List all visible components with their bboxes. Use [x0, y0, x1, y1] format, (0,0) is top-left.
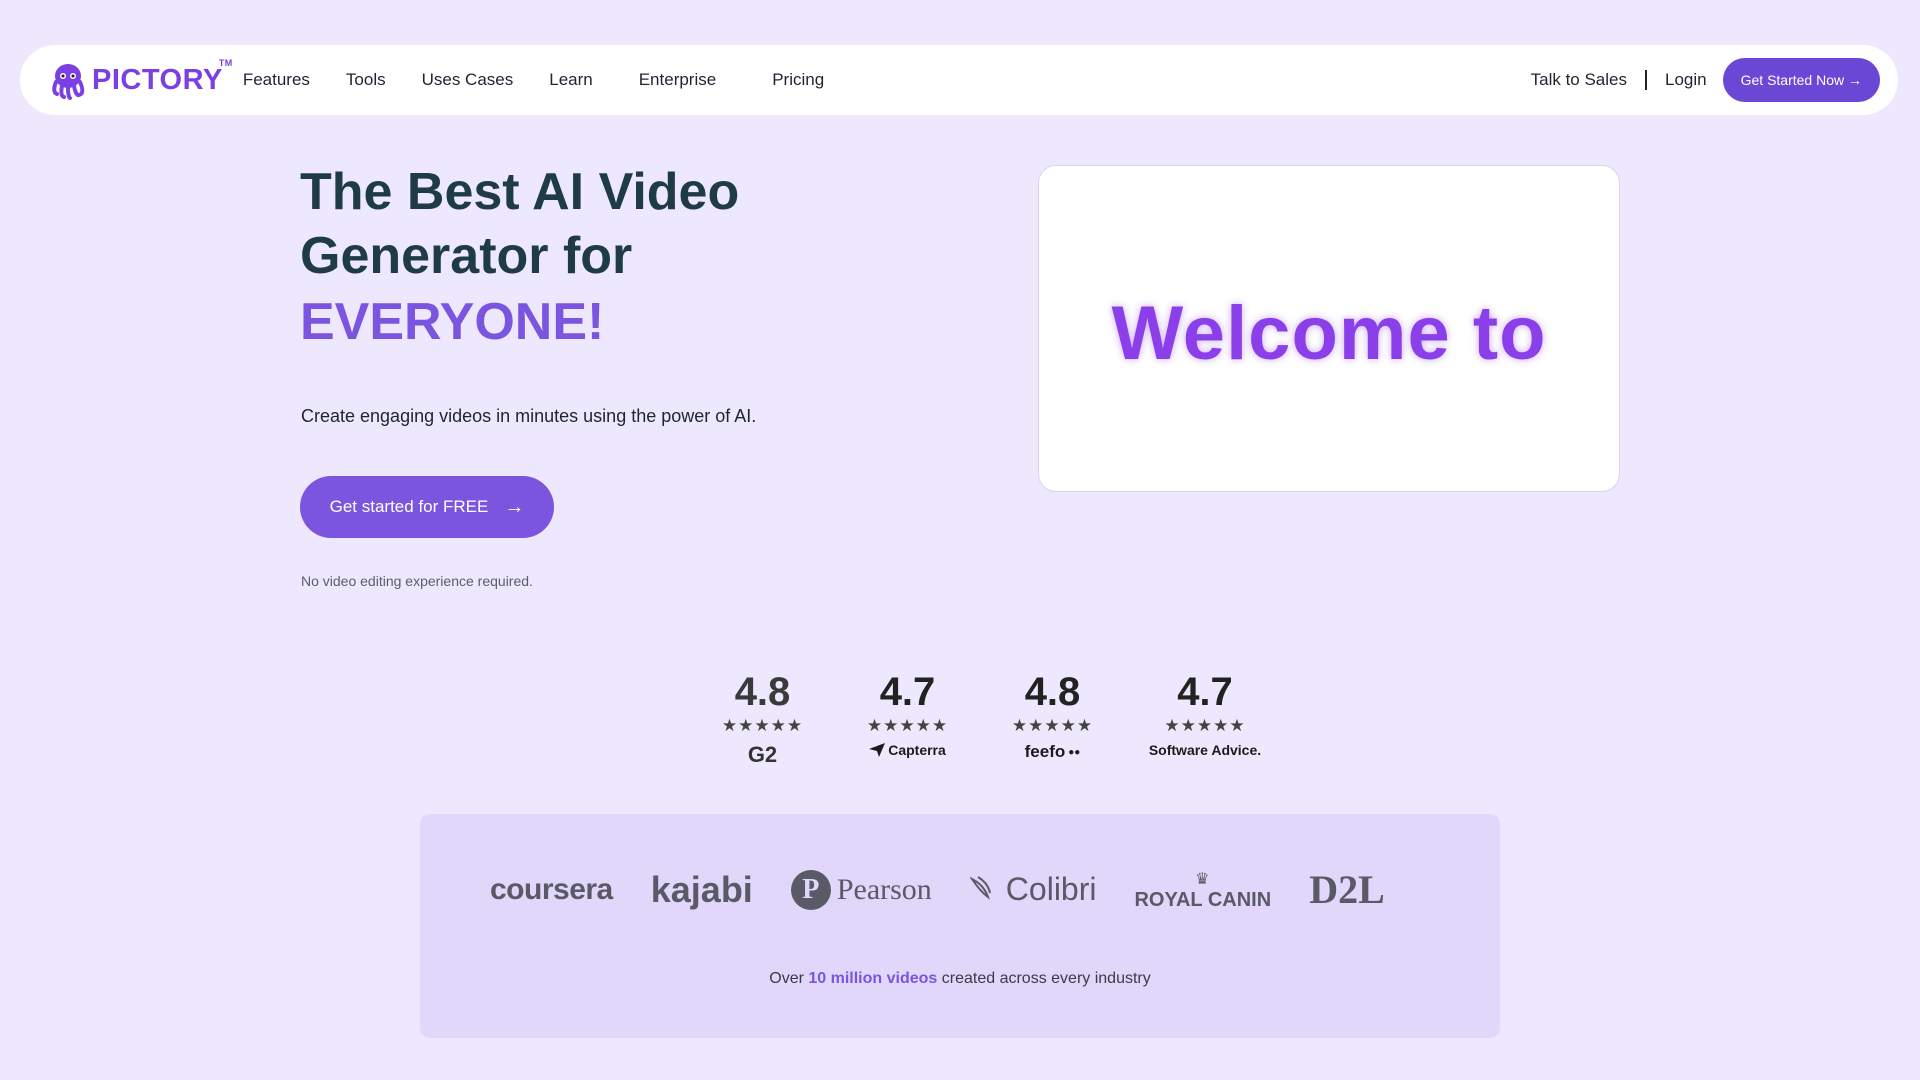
- star-rating-icon: ★★★★★: [721, 716, 804, 735]
- hero-title: The Best AI Video Generator for EVERYONE…: [300, 160, 739, 354]
- nav-link-features[interactable]: Features: [243, 70, 310, 90]
- crown-icon: ♛: [1195, 870, 1211, 888]
- hero-title-accent: EVERYONE!: [300, 293, 605, 351]
- nav-link-enterprise[interactable]: Enterprise: [639, 70, 716, 90]
- nav-link-pricing[interactable]: Pricing: [772, 70, 824, 90]
- g2-logo-icon: G2: [747, 742, 778, 767]
- video-welcome-text: Welcome to: [1111, 291, 1547, 376]
- hero-title-line-2: Generator for: [300, 227, 633, 285]
- hero-subtitle: Create engaging videos in minutes using …: [301, 406, 757, 426]
- rating-feefo: 4.8 ★★★★★ feefo ●●: [980, 670, 1125, 768]
- get-started-free-button[interactable]: Get started for FREE →: [300, 476, 554, 538]
- octopus-logo-icon: [52, 64, 85, 100]
- videos-count-highlight: 10 million videos: [808, 970, 938, 987]
- rating-score: 4.8: [734, 670, 791, 714]
- trademark-symbol: TM: [218, 57, 233, 68]
- talk-to-sales-link[interactable]: Talk to Sales: [1531, 70, 1627, 90]
- nav-link-use-cases[interactable]: Uses Cases: [422, 70, 514, 90]
- pearson-p-icon: P: [790, 869, 831, 910]
- star-rating-icon: ★★★★★: [866, 716, 949, 735]
- hero-video-player[interactable]: Welcome to: [1038, 165, 1620, 492]
- capterra-logo-icon: Capterra: [869, 742, 946, 758]
- nav-actions: Talk to Sales Login Get Started Now →: [1531, 58, 1880, 102]
- nav-link-learn[interactable]: Learn: [549, 70, 592, 90]
- client-logos: coursera kajabi P Pearson Colibri ♛ ROYA…: [490, 866, 1385, 913]
- get-started-free-label: Get started for FREE: [329, 497, 489, 516]
- ratings-row: 4.8 ★★★★★ G2 4.7 ★★★★★ Capterra 4.8 ★★★★…: [690, 670, 1285, 768]
- videos-created-caption: Over 10 million videos created across ev…: [769, 970, 1151, 987]
- colibri-logo: Colibri: [969, 871, 1096, 908]
- royal-canin-logo: ♛ ROYAL CANIN: [1134, 870, 1272, 911]
- d2l-logo: D2L: [1309, 867, 1385, 912]
- rating-score: 4.8: [1024, 670, 1081, 714]
- logo-wordmark: PICTORY TM: [92, 57, 233, 96]
- coursera-logo: coursera: [490, 872, 613, 906]
- rating-g2: 4.8 ★★★★★ G2: [690, 670, 835, 768]
- arrow-right-icon: →: [504, 495, 525, 518]
- star-rating-icon: ★★★★★: [1164, 716, 1246, 735]
- login-link[interactable]: Login: [1665, 70, 1707, 90]
- top-nav: PICTORY TM Features Tools Uses Cases Lea…: [20, 45, 1898, 115]
- pearson-logo: P Pearson: [790, 869, 932, 910]
- colibri-bird-icon: [969, 875, 991, 900]
- feefo-logo-icon: feefo ●●: [1024, 742, 1081, 761]
- get-started-now-button[interactable]: Get Started Now →: [1722, 58, 1880, 102]
- capterra-arrow-icon: [869, 743, 886, 757]
- hero-title-line-1: The Best AI Video: [300, 163, 740, 221]
- clients-panel: coursera kajabi P Pearson Colibri ♛ ROYA…: [420, 814, 1500, 1038]
- rating-score: 4.7: [1177, 670, 1233, 714]
- nav-divider: [1645, 70, 1647, 90]
- pictory-logo[interactable]: PICTORY TM: [48, 57, 233, 100]
- star-rating-icon: ★★★★★: [1011, 716, 1094, 735]
- rating-software-advice: 4.7 ★★★★★ Software Advice.: [1125, 670, 1285, 768]
- no-experience-note: No video editing experience required.: [301, 573, 533, 589]
- software-advice-logo-icon: Software Advice.: [1148, 742, 1262, 758]
- nav-link-tools[interactable]: Tools: [346, 70, 386, 90]
- rating-capterra: 4.7 ★★★★★ Capterra: [835, 670, 980, 768]
- nav-links: Features Tools Uses Cases Learn Enterpri…: [243, 70, 860, 90]
- rating-score: 4.7: [879, 670, 936, 714]
- kajabi-logo: kajabi: [650, 868, 753, 910]
